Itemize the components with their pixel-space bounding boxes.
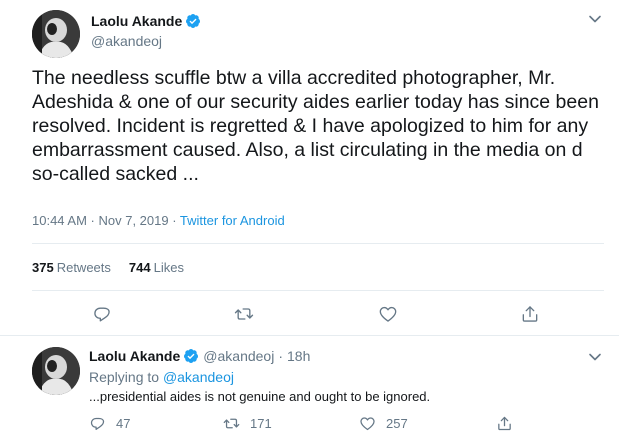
chevron-down-icon[interactable] — [588, 12, 602, 26]
reply-share-button[interactable] — [496, 415, 523, 432]
tweet-text: The needless scuffle btw a villa accredi… — [32, 67, 599, 185]
divider — [32, 243, 604, 244]
reply-retweet-button[interactable]: 171 — [223, 415, 272, 432]
reply-icon[interactable] — [92, 304, 112, 324]
verified-badge-icon — [186, 14, 201, 28]
retweets-count: 375 — [32, 260, 54, 275]
author-display-name[interactable]: Laolu Akande — [91, 13, 182, 29]
reply-author-row: Laolu Akande @akandeoj · 18h — [89, 348, 310, 364]
reply-reply-button[interactable]: 47 — [89, 415, 130, 432]
tweet-actions — [0, 304, 619, 326]
replying-to: Replying to @akandeoj — [89, 369, 234, 385]
likes-label: Likes — [153, 260, 184, 275]
retweets-stat[interactable]: 375 Retweets — [32, 260, 111, 275]
tweet-meta: 10:44 AM · Nov 7, 2019 · Twitter for And… — [32, 213, 285, 228]
replying-to-link[interactable]: @akandeoj — [163, 369, 234, 385]
divider — [32, 290, 604, 291]
author-name-row[interactable]: Laolu Akande — [91, 13, 201, 29]
reply-actions: 47 171 257 — [0, 415, 619, 433]
avatar[interactable] — [32, 347, 80, 395]
share-icon[interactable] — [520, 304, 540, 324]
tweet-stats: 375 Retweets 744 Likes — [32, 260, 202, 275]
reply-tweet[interactable]: Laolu Akande @akandeoj · 18h Replying to… — [0, 336, 619, 439]
main-tweet: Laolu Akande @akandeoj The needless scuf… — [0, 0, 619, 335]
like-count: 257 — [386, 416, 408, 431]
chevron-down-icon[interactable] — [588, 350, 602, 364]
retweet-icon[interactable] — [234, 304, 254, 324]
retweets-label: Retweets — [56, 260, 111, 275]
author-handle[interactable]: @akandeoj — [91, 33, 162, 49]
heart-icon[interactable] — [378, 304, 398, 324]
share-icon — [498, 416, 511, 431]
retweet-icon — [223, 418, 240, 429]
reply-display-name[interactable]: Laolu Akande — [89, 348, 180, 364]
reply-like-button[interactable]: 257 — [359, 415, 408, 432]
replying-prefix: Replying to — [89, 369, 163, 385]
avatar[interactable] — [32, 10, 80, 58]
reply-icon — [90, 417, 105, 430]
tweet-timestamp[interactable]: 10:44 AM · Nov 7, 2019 — [32, 213, 169, 228]
meta-separator: · — [278, 348, 283, 364]
retweet-count: 171 — [250, 416, 272, 431]
reply-count: 47 — [116, 416, 131, 431]
reply-handle[interactable]: @akandeoj — [203, 348, 274, 364]
likes-count: 744 — [128, 260, 151, 275]
reply-time[interactable]: 18h — [287, 348, 310, 364]
meta-separator: · — [168, 213, 180, 228]
tweet-source-link[interactable]: Twitter for Android — [180, 213, 285, 228]
heart-icon — [360, 417, 375, 431]
likes-stat[interactable]: 744 Likes — [129, 260, 184, 275]
verified-badge-icon — [184, 349, 199, 363]
reply-text: ...presidential aides is not genuine and… — [89, 389, 431, 404]
